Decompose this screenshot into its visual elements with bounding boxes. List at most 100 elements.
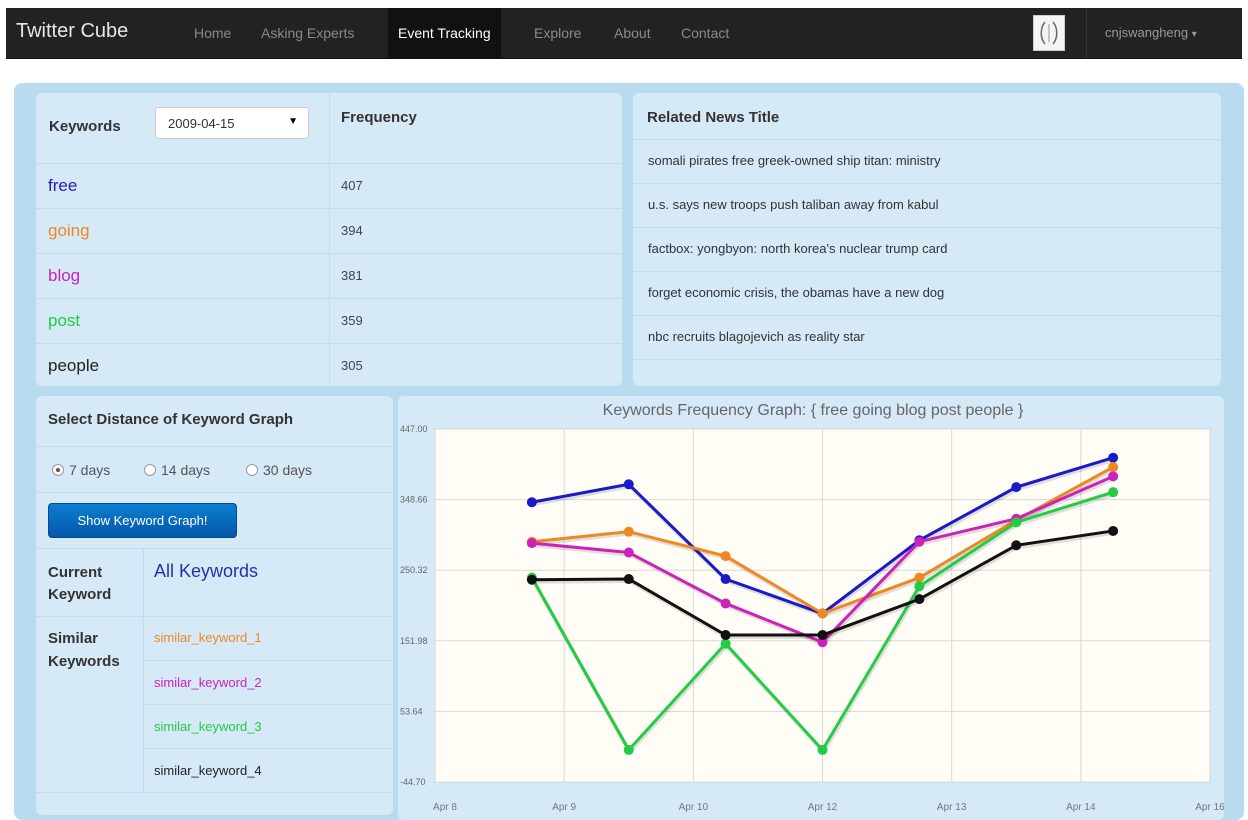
data-point-going[interactable] xyxy=(720,551,731,562)
x-tick-label: Apr 12 xyxy=(808,802,838,813)
similar-keyword-3[interactable]: similar_keyword_3 xyxy=(154,719,262,734)
divider xyxy=(36,343,622,344)
y-tick-label: 250.32 xyxy=(400,565,428,575)
data-point-free[interactable] xyxy=(1108,452,1119,463)
x-tick-label: Apr 16 xyxy=(1195,802,1224,813)
nav-about[interactable]: About xyxy=(614,25,651,41)
nav-contact[interactable]: Contact xyxy=(681,25,729,41)
date-select[interactable]: 2009-04-15 ▼ xyxy=(155,107,309,139)
y-tick-label: 447.00 xyxy=(400,424,428,434)
distance-panel xyxy=(36,396,393,815)
data-point-people[interactable] xyxy=(1011,540,1022,551)
similar-keywords-label: Keywords xyxy=(48,653,120,670)
data-point-going[interactable] xyxy=(817,608,828,619)
divider xyxy=(633,139,1221,140)
news-item[interactable]: u.s. says new troops push taliban away f… xyxy=(648,197,938,212)
keyword-blog[interactable]: blog xyxy=(48,266,80,286)
radio-label: 30 days xyxy=(263,462,313,478)
keywords-frequency-chart: Keywords Frequency Graph: { free going b… xyxy=(400,402,1224,813)
data-point-blog[interactable] xyxy=(1108,471,1119,482)
divider xyxy=(36,548,393,549)
data-point-people[interactable] xyxy=(1108,525,1119,536)
x-tick-label: Apr 8 xyxy=(433,802,457,813)
divider xyxy=(633,271,1221,272)
logo-icon xyxy=(1033,15,1065,51)
data-point-people[interactable] xyxy=(526,574,537,585)
y-axis: 447.00 348.66 250.32 151.98 53.64 -44.70 xyxy=(400,424,428,787)
frequency-value: 359 xyxy=(341,313,363,328)
navbar: Twitter Cube Home Asking Experts Event T… xyxy=(6,8,1242,59)
radio-checked-icon xyxy=(52,464,64,476)
radio-14-days[interactable]: 14 days xyxy=(144,462,210,478)
divider xyxy=(143,660,393,661)
show-keyword-graph-button[interactable]: Show Keyword Graph! xyxy=(48,503,237,538)
similar-keyword-4[interactable]: similar_keyword_4 xyxy=(154,763,262,778)
y-tick-label: -44.70 xyxy=(400,777,426,787)
data-point-blog[interactable] xyxy=(623,547,634,558)
data-point-people[interactable] xyxy=(817,630,828,641)
data-point-going[interactable] xyxy=(914,572,925,583)
nav-home[interactable]: Home xyxy=(194,25,231,41)
user-menu[interactable]: cnjswangheng ▾ xyxy=(1086,8,1215,58)
divider xyxy=(143,704,393,705)
brand[interactable]: Twitter Cube xyxy=(16,20,128,43)
frequency-header: Frequency xyxy=(341,109,417,126)
radio-30-days[interactable]: 30 days xyxy=(246,462,312,478)
data-point-post[interactable] xyxy=(817,744,828,755)
data-point-post[interactable] xyxy=(1011,517,1022,528)
data-point-going[interactable] xyxy=(623,526,634,537)
data-point-blog[interactable] xyxy=(720,598,731,609)
frequency-value: 381 xyxy=(341,268,363,283)
frequency-value: 394 xyxy=(341,223,363,238)
news-header: Related News Title xyxy=(647,109,780,126)
current-keyword-label: Current xyxy=(48,564,103,581)
data-point-free[interactable] xyxy=(720,574,731,585)
x-tick-label: Apr 10 xyxy=(679,802,709,813)
data-point-post[interactable] xyxy=(623,744,634,755)
nav-explore[interactable]: Explore xyxy=(534,25,581,41)
data-point-free[interactable] xyxy=(1011,482,1022,493)
news-item[interactable]: nbc recruits blagojevich as reality star xyxy=(648,329,865,344)
nav-event-tracking[interactable]: Event Tracking xyxy=(388,8,501,58)
data-point-post[interactable] xyxy=(914,581,925,592)
nav-asking-experts[interactable]: Asking Experts xyxy=(261,25,354,41)
data-point-free[interactable] xyxy=(526,497,537,508)
divider xyxy=(36,298,622,299)
current-keyword-value[interactable]: All Keywords xyxy=(154,561,258,582)
similar-keywords-label: Similar xyxy=(48,630,99,647)
divider xyxy=(36,616,393,617)
chevron-down-icon: ▾ xyxy=(1191,29,1197,40)
divider xyxy=(36,446,393,447)
keyword-post[interactable]: post xyxy=(48,311,80,331)
keywords-header: Keywords xyxy=(49,118,121,135)
data-point-blog[interactable] xyxy=(526,538,537,549)
current-keyword-label: Keyword xyxy=(48,586,112,603)
x-tick-label: Apr 14 xyxy=(1066,802,1096,813)
keyword-free[interactable]: free xyxy=(48,176,77,196)
divider xyxy=(36,163,622,164)
divider xyxy=(36,492,393,493)
divider xyxy=(143,748,393,749)
data-point-post[interactable] xyxy=(1108,487,1119,498)
data-point-post[interactable] xyxy=(720,638,731,649)
data-point-people[interactable] xyxy=(623,574,634,585)
data-point-people[interactable] xyxy=(914,594,925,605)
divider xyxy=(143,548,144,792)
data-point-blog[interactable] xyxy=(914,536,925,547)
data-point-free[interactable] xyxy=(623,479,634,490)
news-item[interactable]: somali pirates free greek-owned ship tit… xyxy=(648,153,941,168)
frequency-value: 407 xyxy=(341,178,363,193)
y-tick-label: 53.64 xyxy=(400,706,423,716)
data-point-going[interactable] xyxy=(1108,462,1119,473)
radio-icon xyxy=(246,464,258,476)
divider xyxy=(633,183,1221,184)
news-item[interactable]: factbox: yongbyon: north korea's nuclear… xyxy=(648,241,947,256)
radio-7-days[interactable]: 7 days xyxy=(52,462,110,478)
data-point-people[interactable] xyxy=(720,630,731,641)
similar-keyword-1[interactable]: similar_keyword_1 xyxy=(154,630,262,645)
news-item[interactable]: forget economic crisis, the obamas have … xyxy=(648,285,944,300)
divider xyxy=(633,359,1221,360)
similar-keyword-2[interactable]: similar_keyword_2 xyxy=(154,675,262,690)
keyword-going[interactable]: going xyxy=(48,221,90,241)
keyword-people[interactable]: people xyxy=(48,356,99,376)
